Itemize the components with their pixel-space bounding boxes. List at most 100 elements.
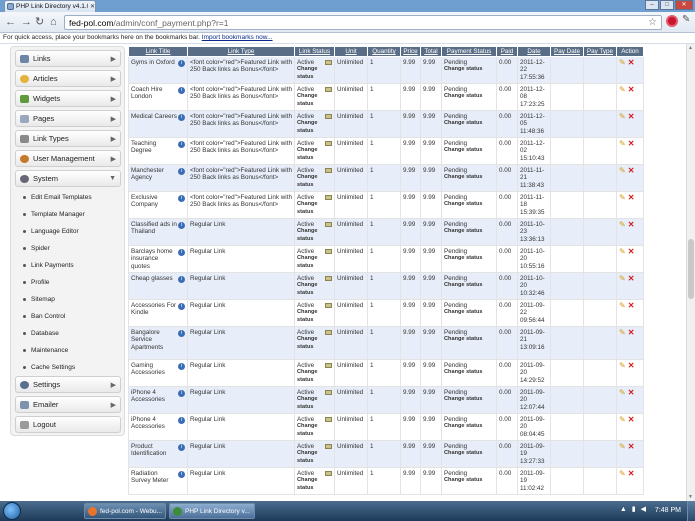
sidebar-item-pages[interactable]: Pages ▶ [15, 110, 121, 127]
column-header[interactable]: Pay Type [583, 46, 617, 57]
tag-icon[interactable] [325, 444, 332, 449]
sidebar-subitem-spider[interactable]: Spider [23, 244, 50, 253]
info-icon[interactable]: i [178, 114, 185, 121]
window-close-button[interactable]: ✕ [675, 0, 693, 10]
edit-pencil-icon[interactable]: ✎ [619, 274, 626, 282]
sidebar-item-link-types[interactable]: Link Types ▶ [15, 130, 121, 147]
sidebar-subitem-profile[interactable]: Profile [23, 278, 49, 287]
wrench-icon[interactable]: ✎ [682, 14, 690, 25]
delete-icon[interactable]: ✕ [628, 112, 635, 120]
delete-icon[interactable]: ✕ [628, 85, 635, 93]
sidebar-item-emailer[interactable]: Emailer ▶ [15, 396, 121, 413]
scroll-up-icon[interactable]: ▲ [688, 45, 693, 51]
change-payment-status-link[interactable]: Change status [444, 423, 494, 430]
change-status-link[interactable]: Change status [297, 147, 332, 162]
change-payment-status-link[interactable]: Change status [444, 396, 494, 403]
delete-icon[interactable]: ✕ [628, 442, 635, 450]
tag-icon[interactable] [325, 141, 332, 146]
delete-icon[interactable]: ✕ [628, 415, 635, 423]
minimize-button[interactable]: – [645, 0, 659, 10]
delete-icon[interactable]: ✕ [628, 247, 635, 255]
tag-icon[interactable] [325, 471, 332, 476]
edit-pencil-icon[interactable]: ✎ [619, 85, 626, 93]
change-status-link[interactable]: Change status [297, 369, 332, 384]
delete-icon[interactable]: ✕ [628, 220, 635, 228]
scrollbar-thumb[interactable] [688, 239, 694, 299]
tag-icon[interactable] [325, 390, 332, 395]
delete-icon[interactable]: ✕ [628, 301, 635, 309]
info-icon[interactable]: i [178, 444, 185, 451]
column-header[interactable]: Paid [496, 46, 518, 57]
delete-icon[interactable]: ✕ [628, 328, 635, 336]
maximize-button[interactable]: □ [660, 0, 674, 10]
tag-icon[interactable] [325, 249, 332, 254]
change-status-link[interactable]: Change status [297, 228, 332, 243]
taskbar-clock[interactable]: 7:48 PM [655, 507, 681, 514]
tag-icon[interactable] [325, 114, 332, 119]
change-status-link[interactable]: Change status [297, 396, 332, 411]
column-header[interactable]: Link Status [294, 46, 335, 57]
column-header[interactable]: Total [420, 46, 442, 57]
sidebar-subitem-sitemap[interactable]: Sitemap [23, 295, 55, 304]
edit-pencil-icon[interactable]: ✎ [619, 166, 626, 174]
browser-tab[interactable]: PHP Link Directory v4.1.0 A ✕ [4, 0, 96, 12]
edit-pencil-icon[interactable]: ✎ [619, 388, 626, 396]
import-bookmarks-link[interactable]: Import bookmarks now... [202, 34, 273, 41]
sidebar-item-widgets[interactable]: Widgets ▶ [15, 90, 121, 107]
tray-arrow-icon[interactable]: ▲ [620, 506, 627, 513]
column-header[interactable]: Pay Date [550, 46, 584, 57]
sidebar-item-system[interactable]: System ▼ [15, 170, 121, 187]
home-icon[interactable]: ⌂ [50, 16, 57, 28]
change-payment-status-link[interactable]: Change status [444, 477, 494, 484]
bookmark-star-icon[interactable]: ☆ [648, 17, 657, 28]
edit-pencil-icon[interactable]: ✎ [619, 220, 626, 228]
edit-pencil-icon[interactable]: ✎ [619, 415, 626, 423]
change-payment-status-link[interactable]: Change status [444, 228, 494, 235]
sidebar-subitem-link-payments[interactable]: Link Payments [23, 261, 74, 270]
start-button[interactable] [3, 502, 21, 520]
info-icon[interactable]: i [178, 87, 185, 94]
change-payment-status-link[interactable]: Change status [444, 201, 494, 208]
change-payment-status-link[interactable]: Change status [444, 147, 494, 154]
tag-icon[interactable] [325, 168, 332, 173]
tag-icon[interactable] [325, 222, 332, 227]
change-status-link[interactable]: Change status [297, 309, 332, 324]
back-arrow-icon[interactable]: ← [5, 16, 16, 28]
sidebar-item-logout[interactable]: Logout [15, 416, 121, 433]
opera-extension-icon[interactable] [666, 15, 678, 27]
change-status-link[interactable]: Change status [297, 450, 332, 465]
page-scrollbar[interactable]: ▲ ▼ [686, 44, 695, 501]
show-desktop-button[interactable] [687, 501, 695, 521]
sidebar-subitem-cache-settings[interactable]: Cache Settings [23, 363, 75, 372]
change-status-link[interactable]: Change status [297, 120, 332, 135]
sidebar-subitem-database[interactable]: Database [23, 329, 59, 338]
address-bar[interactable]: fed-pol.com/admin/conf_payment.php?r=1 ☆ [64, 15, 662, 30]
tag-icon[interactable] [325, 363, 332, 368]
delete-icon[interactable]: ✕ [628, 58, 635, 66]
change-payment-status-link[interactable]: Change status [444, 369, 494, 376]
edit-pencil-icon[interactable]: ✎ [619, 247, 626, 255]
volume-icon[interactable]: ◀ [641, 505, 646, 513]
change-payment-status-link[interactable]: Change status [444, 93, 494, 100]
sidebar-subitem-template-manager[interactable]: Template Manager [23, 210, 85, 219]
forward-arrow-icon[interactable]: → [21, 16, 32, 28]
change-payment-status-link[interactable]: Change status [444, 450, 494, 457]
change-payment-status-link[interactable]: Change status [444, 336, 494, 343]
edit-pencil-icon[interactable]: ✎ [619, 469, 626, 477]
change-status-link[interactable]: Change status [297, 93, 332, 108]
delete-icon[interactable]: ✕ [628, 274, 635, 282]
scroll-down-icon[interactable]: ▼ [688, 494, 693, 500]
sidebar-item-settings[interactable]: Settings ▶ [15, 376, 121, 393]
info-icon[interactable]: i [178, 168, 185, 175]
change-payment-status-link[interactable]: Change status [444, 174, 494, 181]
info-icon[interactable]: i [178, 303, 185, 310]
sidebar-subitem-language-editor[interactable]: Language Editor [23, 227, 79, 236]
delete-icon[interactable]: ✕ [628, 388, 635, 396]
column-header[interactable]: Link Type [187, 46, 295, 57]
change-status-link[interactable]: Change status [297, 282, 332, 297]
tag-icon[interactable] [325, 303, 332, 308]
edit-pencil-icon[interactable]: ✎ [619, 139, 626, 147]
change-status-link[interactable]: Change status [297, 201, 332, 216]
info-icon[interactable]: i [178, 330, 185, 337]
info-icon[interactable]: i [178, 141, 185, 148]
